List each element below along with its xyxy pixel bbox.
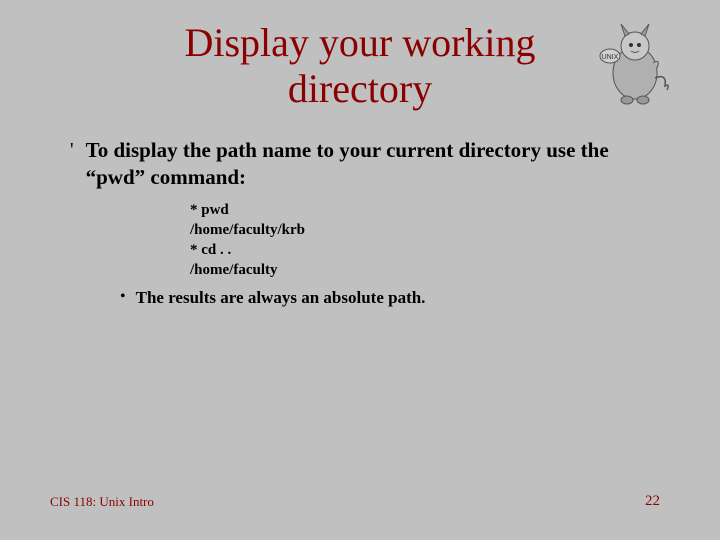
footer: CIS 118: Unix Intro 22 [50, 493, 660, 510]
sub-bullet: • The results are always an absolute pat… [120, 287, 670, 309]
footer-course: CIS 118: Unix Intro [50, 494, 154, 510]
bullet-marker: ' [70, 137, 74, 163]
code-line: * cd . . [190, 240, 670, 260]
main-bullet-text: To display the path name to your current… [86, 137, 670, 192]
mascot-image: UNIX [595, 18, 675, 108]
code-line: /home/faculty/krb [190, 220, 670, 240]
page-number: 22 [645, 493, 660, 510]
svg-text:UNIX: UNIX [602, 54, 619, 61]
sub-bullet-text: The results are always an absolute path. [136, 287, 426, 309]
code-block: * pwd /home/faculty/krb * cd . . /home/f… [190, 200, 670, 281]
slide: UNIX Display your working directory ' To… [0, 0, 720, 540]
main-bullet: ' To display the path name to your curre… [70, 137, 670, 192]
content-area: ' To display the path name to your curre… [70, 137, 670, 309]
code-line: * pwd [190, 200, 670, 220]
code-line: /home/faculty [190, 260, 670, 280]
sub-bullet-marker: • [120, 287, 126, 308]
slide-title: Display your working directory [120, 20, 600, 112]
